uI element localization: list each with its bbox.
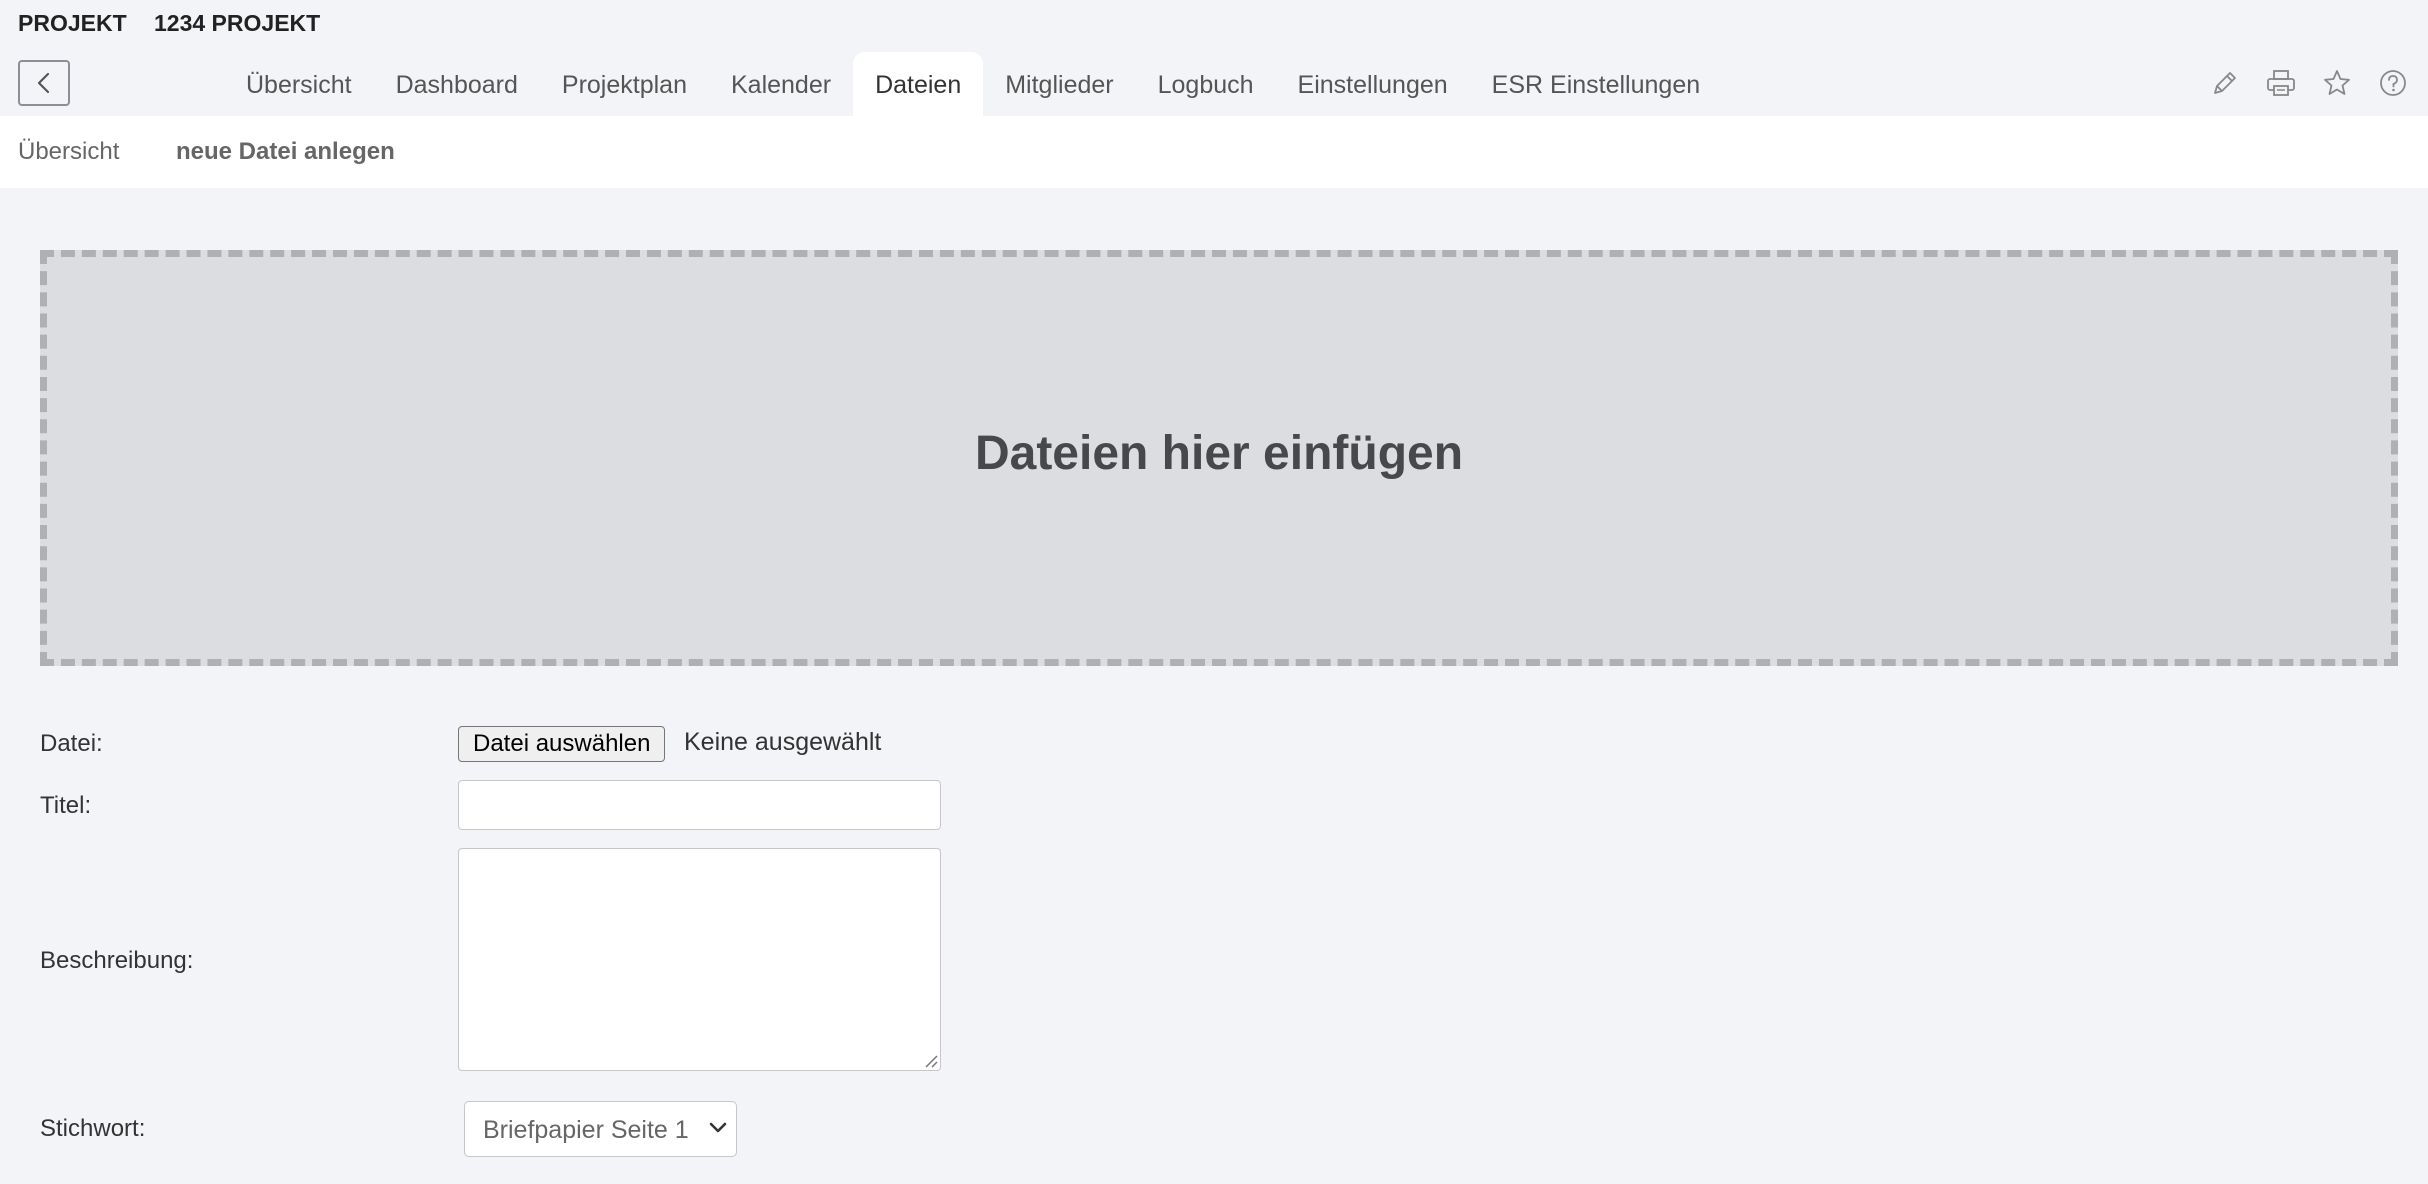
subnav-new-file[interactable]: neue Datei anlegen [176,138,395,166]
project-label: PROJEKT [18,10,127,36]
tab-projektplan[interactable]: Projektplan [540,52,709,116]
help-icon[interactable] [2376,66,2410,100]
main-tabs: Übersicht Dashboard Projektplan Kalender… [224,52,1722,116]
tab-dashboard[interactable]: Dashboard [374,52,540,116]
keyword-select[interactable]: Briefpapier Seite 1 [464,1101,737,1157]
dropzone-text: Dateien hier einfügen [974,426,1464,480]
title-label: Titel: [40,792,92,819]
file-label: Datei: [40,730,103,757]
file-dropzone[interactable]: Dateien hier einfügen [40,250,2398,666]
printer-icon[interactable] [2264,66,2298,100]
tab-einstellungen[interactable]: Einstellungen [1276,52,1470,116]
project-name: 1234 PROJEKT [154,10,321,36]
chevron-down-icon [709,1122,727,1133]
back-button[interactable] [18,60,70,106]
tab-uebersicht[interactable]: Übersicht [224,52,374,116]
keyword-label: Stichwort: [40,1115,146,1142]
tab-kalender[interactable]: Kalender [709,52,853,116]
tab-logbuch[interactable]: Logbuch [1136,52,1276,116]
project-header: PROJEKT 1234 PROJEKT [0,0,2428,48]
star-icon[interactable] [2320,66,2354,100]
tab-dateien[interactable]: Dateien [853,52,984,116]
file-status: Keine ausgewählt [684,728,882,756]
resize-grip-icon[interactable] [924,1054,938,1068]
description-textarea[interactable] [458,848,941,1071]
subnav-overview[interactable]: Übersicht [18,138,119,166]
sub-navigation: Übersicht neue Datei anlegen [0,116,2428,188]
tab-mitglieder[interactable]: Mitglieder [983,52,1135,116]
tab-esr-einstellungen[interactable]: ESR Einstellungen [1470,52,1722,116]
description-label: Beschreibung: [40,947,194,974]
title-input[interactable] [458,780,941,830]
keyword-select-value: Briefpapier Seite 1 [483,1116,689,1144]
pencil-icon[interactable] [2208,66,2242,100]
toolbar [2208,66,2410,100]
chevron-left-icon [37,72,50,94]
choose-file-button[interactable]: Datei auswählen [458,726,666,762]
